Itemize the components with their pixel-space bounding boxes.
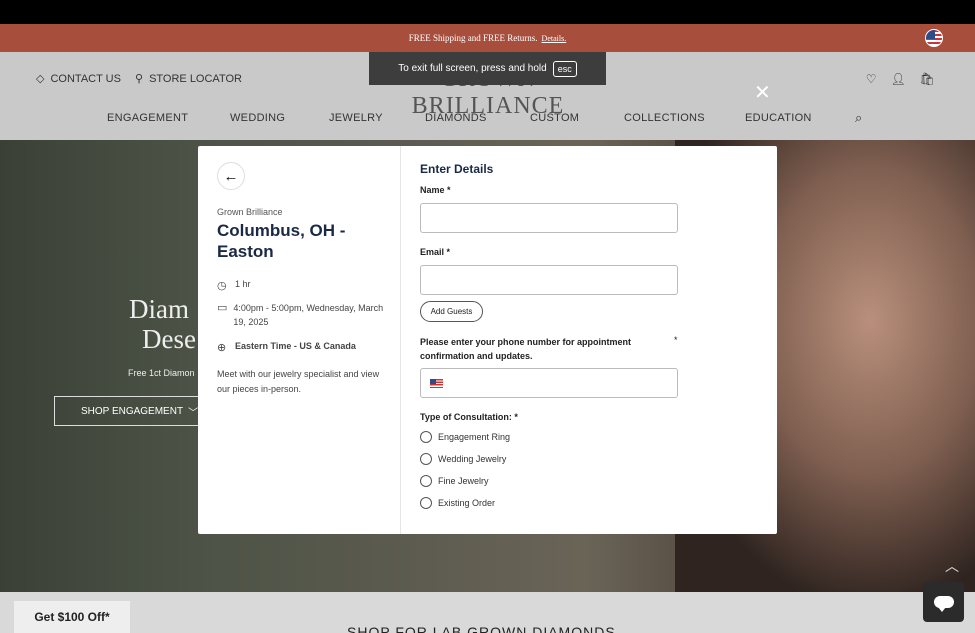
diamond-icon: ◇ xyxy=(36,73,45,85)
datetime-text: 4:00pm - 5:00pm, Wednesday, March 19, 20… xyxy=(233,303,384,327)
phone-label: Please enter your phone number for appoi… xyxy=(420,337,632,361)
timezone-text: Eastern Time - US & Canada xyxy=(235,341,356,351)
search-icon[interactable]: ⌕ xyxy=(855,110,863,126)
form-title: Enter Details xyxy=(420,162,494,176)
promo-text: FREE Shipping and FREE Returns. xyxy=(408,33,538,43)
us-flag-icon[interactable] xyxy=(925,29,943,47)
nav-custom[interactable]: CUSTOM xyxy=(530,112,579,124)
calendar-icon: ▭ xyxy=(217,302,228,314)
radio-button[interactable] xyxy=(420,453,432,465)
promo-details-link[interactable]: Details. xyxy=(542,34,567,43)
option-fine-jewelry[interactable]: Fine Jewelry xyxy=(420,475,489,487)
email-field[interactable] xyxy=(420,265,678,295)
duration-text: 1 hr xyxy=(235,279,251,289)
radio-button[interactable] xyxy=(420,431,432,443)
phone-field[interactable] xyxy=(420,368,678,398)
shop-engagement-label: SHOP ENGAGEMENT xyxy=(81,405,184,417)
nav-education[interactable]: EDUCATION xyxy=(745,112,812,124)
datetime-row: ▭ 4:00pm - 5:00pm, Wednesday, March 19, … xyxy=(217,301,387,329)
chat-button[interactable] xyxy=(923,582,964,622)
enter-details-form: Enter Details Name * Email * Add Guests … xyxy=(420,146,760,534)
radio-button[interactable] xyxy=(420,497,432,509)
header-icons: ♡ 👤︎ 🛍︎ xyxy=(866,72,935,86)
organizer-name: Grown Brilliance xyxy=(217,207,283,217)
nav-engagement[interactable]: ENGAGEMENT xyxy=(107,112,188,124)
nav-collections[interactable]: COLLECTIONS xyxy=(624,112,705,124)
back-arrow-icon[interactable]: ← xyxy=(217,162,245,190)
browser-top-bar xyxy=(0,0,975,24)
bottom-section: SHOP FOR LAB GROWN DIAMONDS Get $100 Off… xyxy=(0,592,975,633)
event-location: Columbus, OH - Easton xyxy=(217,221,346,261)
clock-icon: ◷ xyxy=(217,280,227,292)
shop-engagement-button[interactable]: SHOP ENGAGEMENT ﹀ xyxy=(54,396,214,426)
option-engagement-ring[interactable]: Engagement Ring xyxy=(420,431,510,443)
hero-title: Diam Dese xyxy=(129,294,196,354)
option-label: Fine Jewelry xyxy=(438,476,489,486)
fullscreen-notice-text: To exit full screen, press and hold xyxy=(398,63,547,74)
esc-key: esc xyxy=(552,60,577,77)
cart-icon[interactable]: 🛍︎ xyxy=(920,72,935,86)
contact-us-label: CONTACT US xyxy=(50,72,121,85)
us-flag-icon[interactable] xyxy=(430,379,443,388)
option-label: Wedding Jewelry xyxy=(438,454,507,464)
option-label: Engagement Ring xyxy=(438,432,511,442)
close-icon[interactable]: ✕ xyxy=(754,80,771,105)
store-locator-label: STORE LOCATOR xyxy=(149,72,242,85)
section-heading: SHOP FOR LAB GROWN DIAMONDS xyxy=(347,624,616,633)
duration-row: ◷ 1 hr xyxy=(217,279,251,292)
timezone-row[interactable]: ⊕ Eastern Time - US & Canada xyxy=(217,341,356,354)
get-100-off-button[interactable]: Get $100 Off* xyxy=(14,601,130,633)
store-locator-link[interactable]: ⚲ STORE LOCATOR xyxy=(135,72,242,86)
hero-title-line2: Dese xyxy=(142,324,196,354)
consultation-label: Type of Consultation: * xyxy=(420,412,518,422)
account-icon[interactable]: 👤︎ xyxy=(891,72,906,86)
fullscreen-notice: To exit full screen, press and hold esc xyxy=(369,52,606,85)
nav-wedding[interactable]: WEDDING xyxy=(230,112,285,124)
scroll-top-icon[interactable]: ︿ xyxy=(945,556,959,576)
promo-bar: FREE Shipping and FREE Returns. Details. xyxy=(0,24,975,52)
option-wedding-jewelry[interactable]: Wedding Jewelry xyxy=(420,453,506,465)
nav-jewelry[interactable]: JEWELRY xyxy=(329,112,383,124)
booking-modal: ← Grown Brilliance Columbus, OH - Easton… xyxy=(198,146,777,534)
wishlist-icon[interactable]: ♡ xyxy=(866,72,877,86)
name-field[interactable] xyxy=(420,203,678,233)
phone-required-star: * xyxy=(674,335,678,345)
location-pin-icon: ⚲ xyxy=(135,73,144,85)
event-description: Meet with our jewelry specialist and vie… xyxy=(217,369,380,394)
hero-title-line1: Diam xyxy=(129,294,189,324)
option-label: Existing Order xyxy=(438,498,496,508)
chevron-down-icon: ﹀ xyxy=(188,407,199,419)
email-label: Email * xyxy=(420,247,451,257)
contact-us-link[interactable]: ◇ CONTACT US xyxy=(36,72,121,86)
hero-subtitle: Free 1ct Diamon xyxy=(128,368,195,378)
globe-icon: ⊕ xyxy=(217,342,227,354)
chat-icon xyxy=(933,596,954,612)
add-guests-button[interactable]: Add Guests xyxy=(420,301,483,322)
event-details-panel: ← Grown Brilliance Columbus, OH - Easton… xyxy=(198,146,401,534)
nav-diamonds[interactable]: DIAMONDS xyxy=(425,112,487,124)
option-existing-order[interactable]: Existing Order xyxy=(420,497,495,509)
radio-button[interactable] xyxy=(420,475,432,487)
name-label: Name * xyxy=(420,185,451,195)
